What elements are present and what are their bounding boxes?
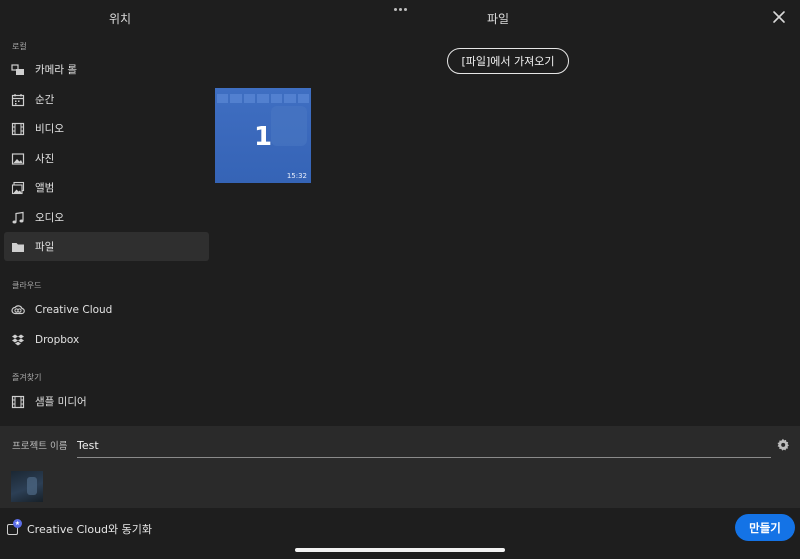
thumbnail-art — [217, 94, 309, 103]
top-bar: 위치 파일 — [0, 0, 800, 36]
file-thumbnail[interactable]: 1 15:32 — [215, 88, 311, 183]
sync-checkbox[interactable]: ★ — [7, 519, 23, 537]
sidebar-item-camera-roll[interactable]: 카메라 롤 — [4, 55, 209, 84]
project-name-input[interactable] — [77, 434, 771, 458]
section-label-favorites: 즐겨찾기 — [12, 373, 42, 382]
gear-icon[interactable] — [776, 437, 790, 451]
sidebar-item-moments[interactable]: 순간 — [4, 85, 209, 114]
file-count-badge: 1 — [253, 122, 273, 152]
sidebar-item-label: Dropbox — [35, 333, 80, 346]
sidebar-item-albums[interactable]: 앨범 — [4, 173, 209, 202]
sidebar-item-video[interactable]: 비디오 — [4, 114, 209, 143]
files-panel-title: 파일 — [486, 12, 510, 26]
dropbox-icon — [11, 333, 25, 347]
sidebar-item-label: Creative Cloud — [35, 303, 113, 316]
calendar-icon — [11, 93, 25, 107]
bottom-bar: ★ Creative Cloud와 동기화 만들기 — [0, 508, 800, 559]
camera-roll-icon — [11, 63, 25, 77]
sidebar-item-label: 샘플 미디어 — [35, 396, 87, 408]
create-button[interactable]: 만들기 — [735, 514, 795, 541]
section-label-cloud: 클라우드 — [12, 281, 42, 290]
sidebar-item-label: 카메라 롤 — [35, 64, 77, 76]
sidebar-item-label: 사진 — [35, 153, 55, 165]
sidebar-item-dropbox[interactable]: Dropbox — [4, 325, 209, 354]
sidebar-item-label: 앨범 — [35, 182, 55, 194]
creative-cloud-icon — [11, 303, 25, 317]
sidebar-item-sample-media[interactable]: 샘플 미디어 — [4, 387, 209, 416]
file-duration: 15:32 — [286, 172, 307, 180]
film-icon — [11, 395, 25, 409]
photo-icon — [11, 152, 25, 166]
project-panel: 프로젝트 이름 — [0, 426, 800, 508]
creative-cloud-icon: ★ — [13, 519, 22, 528]
folder-icon — [11, 240, 25, 254]
sidebar-item-photos[interactable]: 사진 — [4, 144, 209, 173]
album-icon — [11, 181, 25, 195]
sidebar-item-label: 파일 — [35, 241, 55, 253]
music-note-icon — [11, 211, 25, 225]
sync-label: Creative Cloud와 동기화 — [27, 523, 153, 536]
import-from-files-button[interactable]: [파일]에서 가져오기 — [447, 48, 569, 74]
sidebar-item-label: 오디오 — [35, 212, 64, 224]
sidebar-item-label: 순간 — [35, 94, 55, 106]
close-icon[interactable] — [770, 8, 788, 26]
section-label-local: 로컬 — [12, 42, 27, 51]
sidebar-item-audio[interactable]: 오디오 — [4, 203, 209, 232]
home-indicator[interactable] — [295, 548, 505, 552]
location-panel-title: 위치 — [108, 12, 132, 26]
sidebar-item-label: 비디오 — [35, 123, 64, 135]
film-icon — [11, 122, 25, 136]
sidebar-item-files[interactable]: 파일 — [4, 232, 209, 261]
sidebar-item-creative-cloud[interactable]: Creative Cloud — [4, 295, 209, 324]
location-sidebar: 로컬 카메라 롤 순간 비디오 사진 앨범 오디오 파일 클라우드 Creati… — [0, 36, 214, 426]
selected-clip-thumbnail[interactable] — [11, 471, 43, 502]
project-name-label: 프로젝트 이름 — [12, 441, 68, 452]
